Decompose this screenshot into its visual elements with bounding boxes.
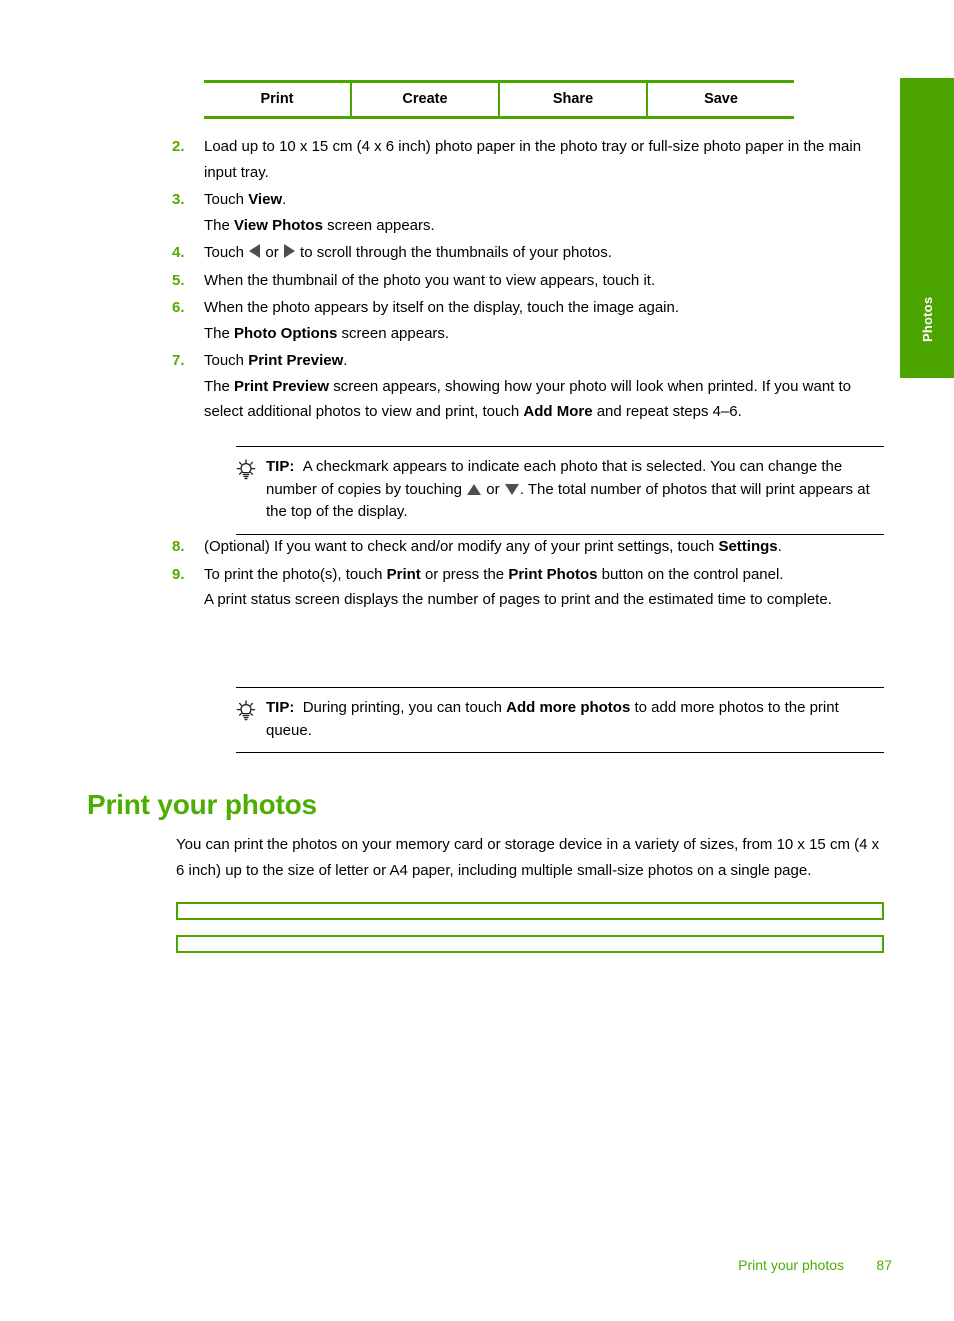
step-text-bold: View Photos (234, 216, 323, 234)
step-line: The View Photos screen appears. (204, 213, 888, 239)
step-number: 7. (172, 352, 185, 369)
step-text-bold: Print Preview (234, 377, 330, 395)
step-text: Load up to 10 x 15 cm (4 x 6 inch) photo… (204, 134, 888, 185)
tip-label: TIP: (266, 699, 295, 716)
step-text-bold: Add More (523, 403, 593, 420)
step-text-bold: Settings (718, 538, 778, 555)
side-tab-label: Photos (920, 296, 935, 342)
step-line: When the photo appears by itself on the … (204, 299, 680, 316)
nav-cell-share: Share (498, 83, 646, 116)
arrow-right-icon (283, 244, 295, 258)
step-text-post: to scroll through the thumbnails of your… (295, 244, 612, 261)
step-item: 5. When the thumbnail of the photo you w… (168, 268, 888, 294)
step-item: 2. Load up to 10 x 15 cm (4 x 6 inch) ph… (168, 134, 888, 185)
step-text-pre: Touch (204, 352, 249, 369)
step-text: Touch or to scroll through the thumbnail… (204, 240, 888, 266)
step-number: 4. (172, 244, 185, 261)
step-line: The Photo Options screen appears. (204, 321, 888, 347)
footer-page-number: 87 (876, 1257, 892, 1273)
step-line: A print status screen displays the numbe… (204, 591, 832, 608)
tip-box: TIP: During printing, you can touch Add … (236, 687, 884, 753)
step-line: The Print Preview screen appears, showin… (204, 374, 888, 425)
step-item: 8. (Optional) If you want to check and/o… (168, 534, 888, 560)
section-paragraph: You can print the photos on your memory … (176, 836, 880, 879)
page-footer: Print your photos 87 (0, 1257, 954, 1279)
step-line: Touch Print Preview. (204, 348, 888, 374)
step-line: Touch or to scroll through the thumbnail… (204, 240, 888, 266)
step-item: 6. When the photo appears by itself on t… (168, 295, 888, 346)
side-tab-photos: Photos (900, 78, 954, 378)
step-text-pre: To print the photo(s), touch (204, 565, 387, 583)
step-text: When the thumbnail of the photo you want… (204, 268, 888, 294)
step-number: 9. (172, 565, 185, 583)
step-line: To print the photo(s), touch Print or pr… (204, 562, 888, 588)
step-text: Touch Print Preview. The Print Preview s… (204, 348, 888, 425)
lightbulb-icon (236, 697, 266, 727)
step-item: 7. Touch Print Preview. The Print Previe… (168, 348, 888, 425)
step-text-mid: or (261, 244, 283, 261)
step-text-post: screen appears. (337, 324, 450, 342)
step-item: 4. Touch or to scroll through the thumbn… (168, 240, 888, 266)
lightbulb-icon (236, 456, 266, 486)
step-line: (Optional) If you want to check and/or m… (204, 534, 888, 560)
nav-cell-print: Print (260, 91, 294, 107)
step-text-pre: Touch (204, 244, 249, 261)
empty-table-row (176, 902, 884, 920)
step-text-bold: View (248, 191, 283, 208)
arrow-down-icon (504, 483, 519, 495)
step-item: 9. To print the photo(s), touch Print or… (168, 562, 888, 613)
step-text-pre: (Optional) If you want to check and/or m… (204, 538, 719, 555)
numbered-step-list-continued: 8. (Optional) If you want to check and/o… (168, 534, 888, 615)
tip-text-pre: During printing, you can touch (302, 699, 507, 716)
step-text-bold: Print (386, 565, 421, 583)
step-text-pre: Touch (204, 191, 249, 208)
step-text-post: and repeat steps 4–6. (592, 403, 742, 420)
nav-cell-save: Save (646, 83, 794, 116)
step-text-post: screen appears. (322, 216, 435, 234)
nav-cell-create: Create (350, 83, 498, 116)
arrow-up-icon (467, 483, 482, 495)
empty-table-row (176, 935, 884, 953)
arrow-left-icon (249, 244, 261, 258)
step-text-bold: Photo Options (234, 324, 338, 342)
footer-title: Print your photos (738, 1257, 844, 1273)
step-text-pre: The (204, 377, 235, 395)
step-text-bold: Print Photos (508, 565, 598, 583)
step-number: 5. (172, 271, 185, 289)
document-page: Photos Print Create Share Save 2. Load u… (0, 0, 954, 1321)
step-item: 3. Touch View. The View Photos screen ap… (168, 187, 888, 238)
step-line: When the thumbnail of the photo you want… (204, 271, 656, 289)
step-text-post: . (343, 352, 348, 369)
step-line: Load up to 10 x 15 cm (4 x 6 inch) photo… (204, 138, 862, 181)
tip-text-bold: Add more photos (506, 699, 631, 716)
step-text-pre: The (204, 216, 235, 234)
step-number: 8. (172, 538, 185, 555)
step-text-post: . (282, 191, 287, 208)
step-text: To print the photo(s), touch Print or pr… (204, 562, 888, 613)
step-text: When the photo appears by itself on the … (204, 295, 888, 346)
tip-text: TIP: During printing, you can touch Add … (266, 697, 884, 742)
numbered-step-list: 2. Load up to 10 x 15 cm (4 x 6 inch) ph… (168, 134, 888, 427)
tip-text: TIP: A checkmark appears to indicate eac… (266, 456, 884, 524)
tip-text-mid: or (482, 480, 504, 498)
step-text: Touch View. The View Photos screen appea… (204, 187, 888, 238)
step-number: 6. (172, 299, 185, 316)
page-title: Print your photos (87, 788, 317, 820)
tip-box: TIP: A checkmark appears to indicate eac… (236, 446, 884, 535)
step-text-mid: or press the (420, 565, 509, 583)
step-text-post: . (777, 538, 782, 555)
step-text-bold: Print Preview (248, 352, 344, 369)
tip-label: TIP: (266, 458, 295, 475)
step-text: (Optional) If you want to check and/or m… (204, 534, 888, 560)
step-number: 2. (172, 138, 185, 155)
step-text-post: button on the control panel. (597, 565, 784, 583)
step-number: 3. (172, 191, 185, 208)
step-text-pre: The (204, 324, 235, 342)
nav-table: Print Create Share Save (204, 80, 794, 119)
step-line: Touch View. (204, 187, 888, 213)
